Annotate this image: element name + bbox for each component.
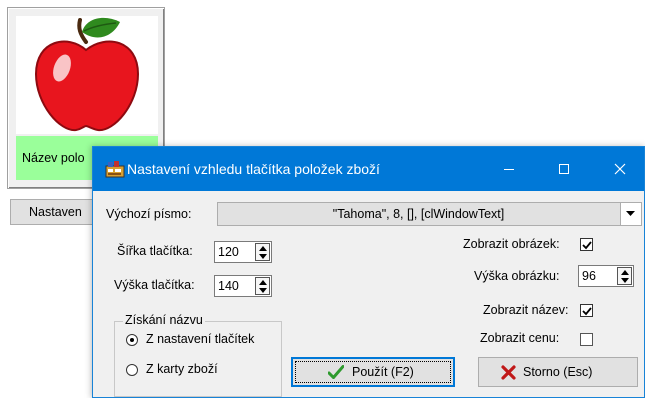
preview-settings-label: Nastaven (29, 205, 82, 219)
height-label: Výška tlačítka: (114, 278, 195, 292)
spin-up-icon (621, 270, 629, 275)
minimize-button[interactable] (486, 147, 532, 191)
font-dropdown-button[interactable] (620, 203, 641, 225)
checkmark-icon (582, 241, 592, 250)
height-value: 140 (218, 279, 239, 293)
maximize-button[interactable] (541, 147, 587, 191)
font-select[interactable]: "Tahoma", 8, [], [clWindowText] (217, 202, 642, 226)
radio-button-settings-label[interactable]: Z nastavení tlačítek (146, 332, 254, 346)
radio-product-card[interactable] (126, 364, 138, 376)
width-spin-buttons[interactable] (255, 243, 270, 261)
checkmark-icon (328, 365, 344, 379)
minimize-icon (504, 169, 514, 170)
name-source-legend: Získání názvu (123, 313, 205, 327)
spin-up-icon (259, 280, 267, 285)
image-height-value: 96 (582, 269, 596, 283)
show-image-label: Zobrazit obrázek: (463, 237, 560, 251)
image-height-stepper[interactable]: 96 (578, 265, 634, 287)
image-height-label: Výška obrázku: (474, 269, 560, 283)
width-stepper[interactable]: 120 (214, 241, 272, 263)
width-value: 120 (218, 245, 239, 259)
title-bar[interactable]: Nastavení vzhledu tlačítka položek zboží (93, 147, 644, 191)
spin-down-icon (259, 288, 267, 293)
cancel-button[interactable]: Storno (Esc) (478, 357, 638, 387)
font-label: Výchozí písmo: (106, 207, 192, 221)
height-spin-buttons[interactable] (255, 277, 270, 295)
show-price-checkbox[interactable] (580, 333, 593, 346)
spin-up-icon (259, 246, 267, 251)
apply-button-label: Použít (F2) (352, 365, 414, 379)
cancel-x-icon (501, 365, 516, 380)
radio-product-card-label[interactable]: Z karty zboží (146, 362, 218, 376)
preview-name-label: Název polo (22, 151, 85, 165)
show-image-checkbox[interactable] (580, 238, 593, 251)
cancel-button-label: Storno (Esc) (523, 365, 593, 379)
preview-image-area (16, 16, 158, 134)
show-price-label: Zobrazit cenu: (480, 331, 560, 345)
image-height-spin-buttons[interactable] (617, 267, 632, 285)
show-name-checkbox[interactable] (580, 304, 593, 317)
dialog-title: Nastavení vzhledu tlačítka položek zboží (127, 161, 380, 177)
close-button[interactable] (597, 147, 643, 191)
height-stepper[interactable]: 140 (214, 275, 272, 297)
spin-down-icon (259, 254, 267, 259)
name-source-group: Získání názvu Z nastavení tlačítek Z kar… (114, 313, 282, 397)
close-icon (614, 163, 626, 175)
button-appearance-dialog: Nastavení vzhledu tlačítka položek zboží… (92, 146, 645, 398)
show-name-label: Zobrazit název: (483, 303, 569, 317)
radio-selected-dot (130, 338, 134, 342)
spin-down-icon (621, 278, 629, 283)
width-label: Šířka tlačítka: (117, 244, 193, 258)
apple-image (34, 17, 140, 132)
app-icon (105, 161, 125, 178)
maximize-icon (559, 164, 569, 174)
apply-button[interactable]: Použít (F2) (291, 357, 455, 387)
font-value: "Tahoma", 8, [], [clWindowText] (332, 207, 505, 221)
checkmark-icon (582, 307, 592, 316)
dropdown-arrow-icon (626, 211, 635, 216)
radio-button-settings[interactable] (126, 334, 138, 346)
